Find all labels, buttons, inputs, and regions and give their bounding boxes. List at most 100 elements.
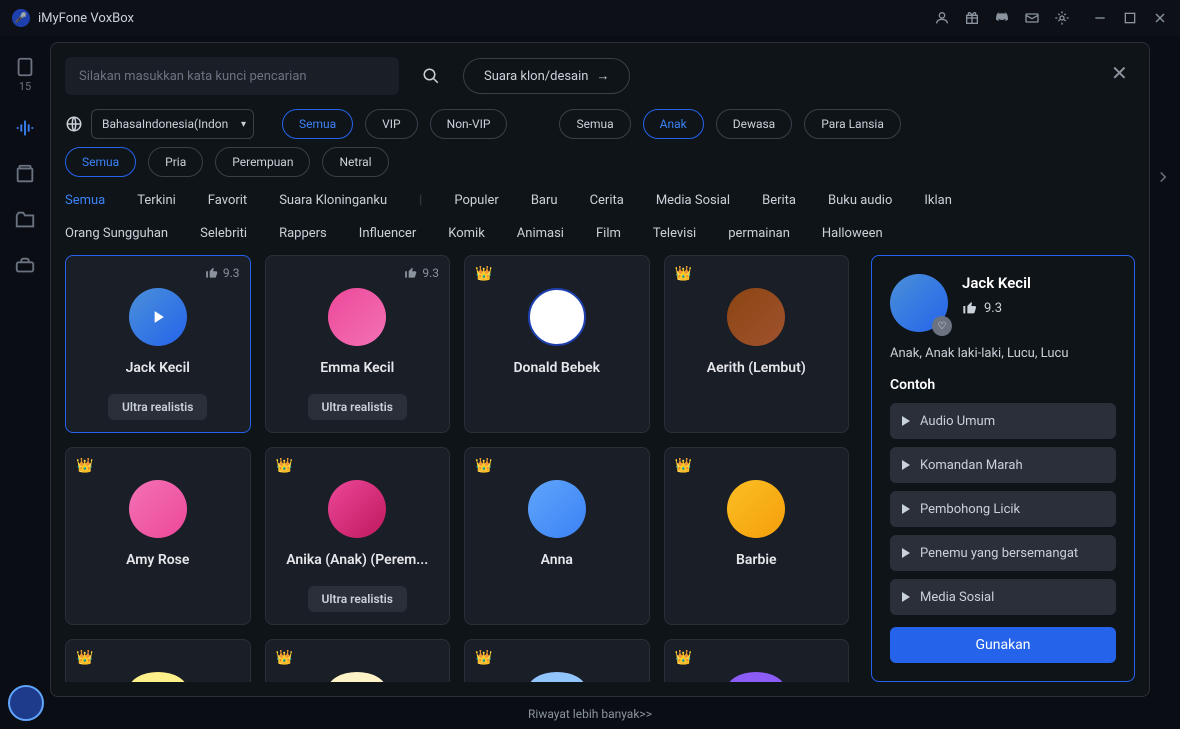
app-logo-icon: 🎤: [12, 9, 30, 27]
voice-name: Anika (Anak) (Perem...: [286, 552, 428, 568]
filter-pill[interactable]: Semua: [282, 109, 353, 139]
voice-rating: 9.3: [404, 266, 439, 280]
voice-card[interactable]: 👑Aerith (Lembut): [664, 255, 850, 433]
maximize-icon[interactable]: [1122, 10, 1138, 26]
category-item[interactable]: Suara Kloninganku: [279, 193, 387, 208]
voice-card[interactable]: 👑Barbie: [664, 447, 850, 625]
voice-card[interactable]: 👑: [265, 639, 451, 682]
use-voice-button[interactable]: Gunakan: [890, 627, 1116, 663]
voice-avatar: [129, 480, 187, 538]
sidebar-tools-icon[interactable]: [14, 255, 36, 277]
close-modal-icon[interactable]: ✕: [1111, 61, 1129, 79]
voice-avatar: [528, 288, 586, 346]
titlebar-left: 🎤 iMyFone VoxBox: [12, 9, 134, 27]
language-select[interactable]: BahasaIndonesia(Indon: [91, 109, 254, 139]
age-filter-group: Semua Anak Dewasa Para Lansia: [559, 109, 906, 139]
category-item[interactable]: permainan: [728, 226, 790, 241]
play-icon: [902, 460, 910, 470]
voice-card[interactable]: 9.3Jack KecilUltra realistis: [65, 255, 251, 433]
minimize-icon[interactable]: [1092, 10, 1108, 26]
sidebar-folder-icon[interactable]: [14, 209, 36, 231]
category-item[interactable]: Influencer: [359, 226, 416, 241]
detail-avatar: ♡: [890, 274, 948, 332]
mail-icon[interactable]: [1024, 10, 1040, 26]
voice-name: Barbie: [736, 552, 777, 568]
voice-card[interactable]: 👑Anna: [464, 447, 650, 625]
left-sidebar: 15: [0, 36, 50, 729]
sample-item[interactable]: Pembohong Licik: [890, 491, 1116, 527]
category-item[interactable]: Cerita: [590, 193, 624, 208]
category-item[interactable]: Baru: [531, 193, 558, 208]
voice-card[interactable]: 👑Amy Rose: [65, 447, 251, 625]
category-item[interactable]: Rappers: [279, 226, 327, 241]
modal-header: Suara klon/desain → ✕: [51, 43, 1149, 109]
crown-icon: 👑: [276, 650, 293, 666]
category-item[interactable]: Animasi: [517, 226, 564, 241]
ultra-tag: Ultra realistis: [108, 394, 207, 420]
window-controls: [1092, 10, 1168, 26]
sample-item[interactable]: Komandan Marah: [890, 447, 1116, 483]
clone-voice-button[interactable]: Suara klon/desain →: [463, 58, 630, 94]
voice-card[interactable]: 👑Anika (Anak) (Perem...Ultra realistis: [265, 447, 451, 625]
assistant-bubble-icon[interactable]: [8, 685, 44, 721]
gear-icon[interactable]: [1054, 10, 1070, 26]
sample-item[interactable]: Audio Umum: [890, 403, 1116, 439]
category-item[interactable]: Buku audio: [828, 193, 892, 208]
search-button[interactable]: [413, 58, 449, 94]
voice-avatar: [727, 480, 785, 538]
voice-name: Jack Kecil: [126, 360, 190, 376]
crown-icon: 👑: [675, 650, 692, 666]
sample-item[interactable]: Media Sosial: [890, 579, 1116, 615]
filter-pill[interactable]: Semua: [65, 147, 136, 177]
crown-icon: 👑: [475, 458, 492, 474]
globe-icon: [65, 115, 83, 133]
category-item[interactable]: Populer: [454, 193, 498, 208]
voice-card[interactable]: 👑: [664, 639, 850, 682]
category-item[interactable]: Film: [596, 226, 621, 241]
category-item[interactable]: Favorit: [208, 193, 247, 208]
user-icon[interactable]: [934, 10, 950, 26]
history-link[interactable]: Riwayat lebih banyak>>: [528, 707, 652, 721]
filter-pill[interactable]: Dewasa: [716, 109, 793, 139]
filter-pill[interactable]: Pria: [148, 147, 203, 177]
category-item[interactable]: Televisi: [653, 226, 696, 241]
category-item[interactable]: Halloween: [822, 226, 883, 241]
titlebar: 🎤 iMyFone VoxBox: [0, 0, 1180, 36]
voice-avatar: [328, 672, 386, 682]
filter-pill[interactable]: Netral: [322, 147, 388, 177]
category-item[interactable]: Orang Sungguhan: [65, 226, 168, 241]
filter-pill[interactable]: Perempuan: [215, 147, 310, 177]
search-input[interactable]: [79, 69, 385, 84]
sidebar-doc[interactable]: 15: [14, 56, 36, 93]
category-item[interactable]: Komik: [448, 226, 485, 241]
crown-icon: 👑: [76, 650, 93, 666]
play-icon[interactable]: [129, 288, 187, 346]
voice-card[interactable]: 👑: [65, 639, 251, 682]
sample-item[interactable]: Penemu yang bersemangat: [890, 535, 1116, 571]
crown-icon: 👑: [475, 266, 492, 282]
category-item[interactable]: Berita: [762, 193, 796, 208]
favorite-heart-icon[interactable]: ♡: [932, 316, 952, 336]
category-item[interactable]: Selebriti: [200, 226, 247, 241]
filter-pill[interactable]: Non-VIP: [430, 109, 508, 139]
filter-pill[interactable]: Para Lansia: [804, 109, 901, 139]
voice-card[interactable]: 👑Donald Bebek: [464, 255, 650, 433]
sidebar-voice-icon[interactable]: [14, 117, 36, 139]
gift-icon[interactable]: [964, 10, 980, 26]
discord-icon[interactable]: [994, 10, 1010, 26]
voice-avatar: [328, 480, 386, 538]
close-icon[interactable]: [1152, 10, 1168, 26]
gender-filter-group: Semua Pria Perempuan Netral: [65, 147, 395, 177]
category-item[interactable]: Media Sosial: [656, 193, 730, 208]
content-area: 9.3 Jack Kecil Ultra realistis 9.3Emma Keci…: [51, 255, 1149, 696]
category-item[interactable]: Semua: [65, 193, 105, 208]
filter-pill[interactable]: Semua: [559, 109, 630, 139]
expand-right-icon[interactable]: [1154, 168, 1172, 186]
voice-card[interactable]: 👑: [464, 639, 650, 682]
category-item[interactable]: Iklan: [924, 193, 952, 208]
filter-pill[interactable]: Anak: [643, 109, 704, 139]
sidebar-library-icon[interactable]: [14, 163, 36, 185]
category-item[interactable]: Terkini: [137, 193, 176, 208]
voice-card[interactable]: 9.3Emma KecilUltra realistis: [265, 255, 451, 433]
filter-pill[interactable]: VIP: [365, 109, 417, 139]
